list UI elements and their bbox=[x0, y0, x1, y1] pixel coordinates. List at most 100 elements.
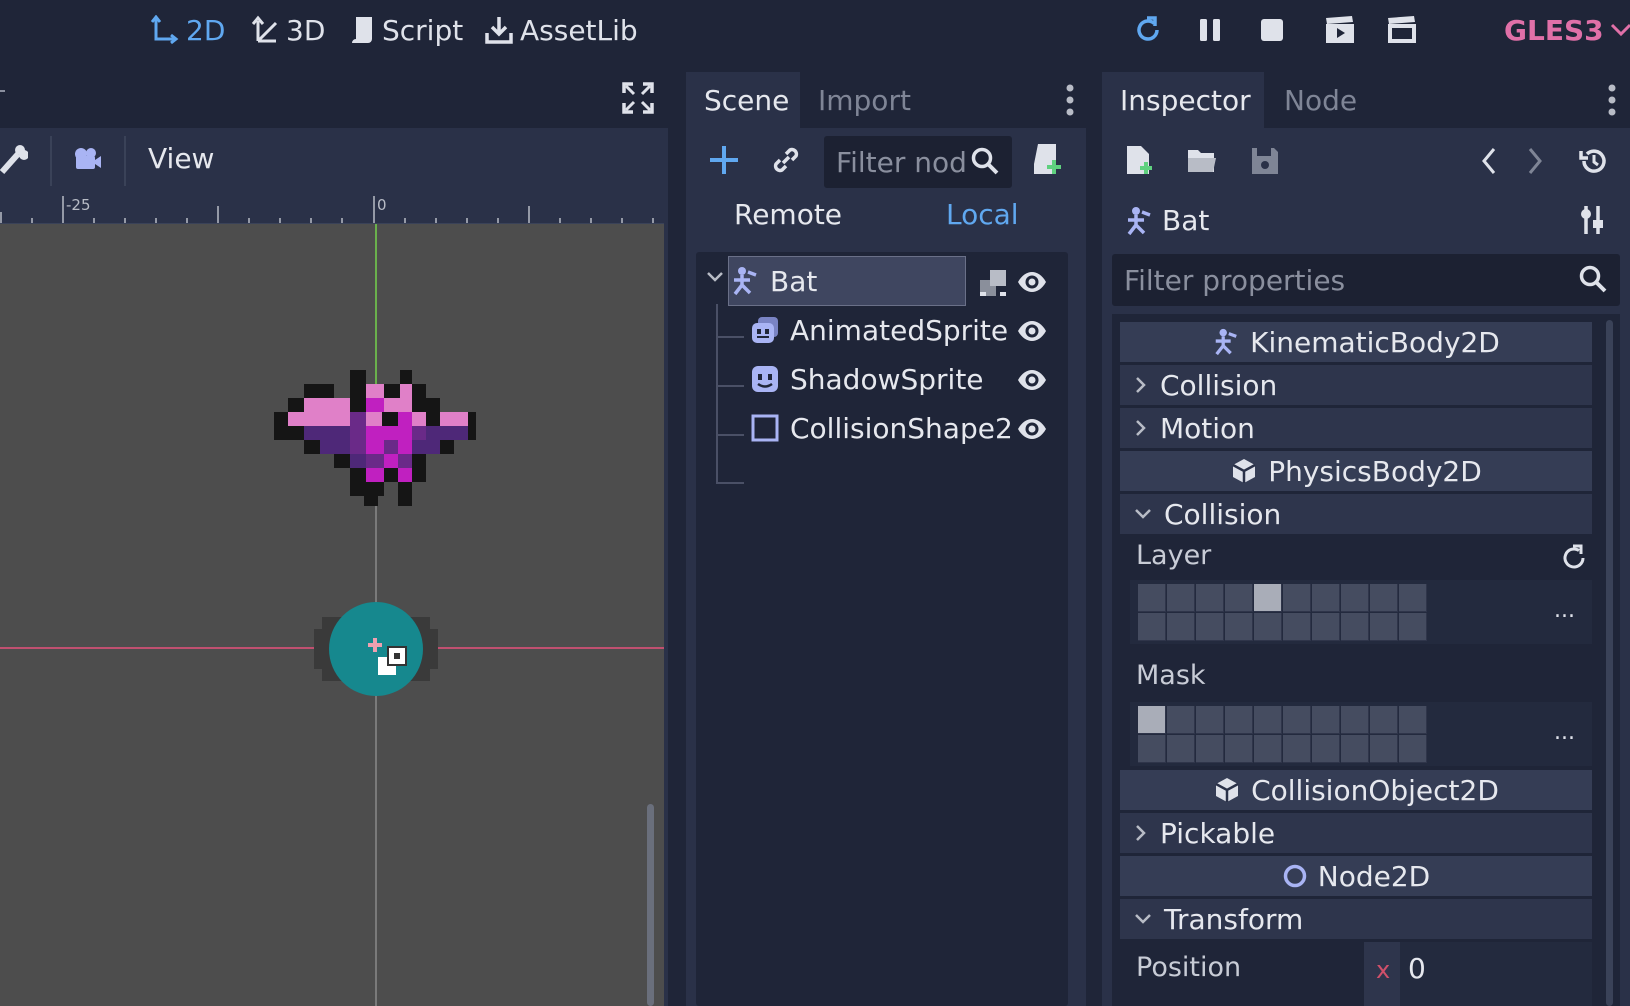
remote-button[interactable]: Remote bbox=[734, 198, 842, 231]
bone-icon[interactable] bbox=[0, 144, 28, 176]
pause-icon[interactable] bbox=[1190, 10, 1230, 50]
viewport-canvas[interactable] bbox=[0, 224, 664, 1006]
visibility-eye-icon[interactable] bbox=[1016, 266, 1048, 298]
tree-item-shadowsprite[interactable]: ShadowSprite bbox=[750, 357, 984, 401]
bit-cell[interactable] bbox=[1167, 735, 1195, 763]
local-button[interactable]: Local bbox=[946, 198, 1019, 231]
new-resource-icon[interactable] bbox=[1124, 144, 1154, 176]
mode-script-button[interactable]: Script bbox=[348, 8, 463, 52]
fullscreen-icon[interactable] bbox=[622, 82, 654, 114]
inspector-vscrollbar[interactable] bbox=[1606, 320, 1613, 1006]
bit-cell[interactable] bbox=[1254, 584, 1282, 612]
bit-cell[interactable] bbox=[1196, 584, 1224, 612]
bit-cell[interactable] bbox=[1283, 735, 1311, 763]
tree-item-bat[interactable]: Bat bbox=[730, 259, 817, 303]
bit-cell[interactable] bbox=[1399, 584, 1427, 612]
scene-filter-input[interactable]: Filter nod bbox=[824, 136, 1012, 188]
layer-more-button[interactable]: ... bbox=[1554, 598, 1575, 623]
bit-cell[interactable] bbox=[1341, 735, 1369, 763]
bit-cell[interactable] bbox=[1167, 706, 1195, 734]
tab-node[interactable]: Node bbox=[1266, 72, 1375, 128]
visibility-eye-icon[interactable] bbox=[1016, 413, 1048, 445]
viewport-vscrollbar[interactable] bbox=[647, 804, 654, 1006]
bit-cell[interactable] bbox=[1341, 613, 1369, 641]
bit-cell[interactable] bbox=[1283, 584, 1311, 612]
stop-icon[interactable] bbox=[1252, 10, 1292, 50]
bit-cell[interactable] bbox=[1370, 584, 1398, 612]
group-collision[interactable]: Collision bbox=[1120, 365, 1592, 405]
view-menu[interactable]: View bbox=[148, 142, 214, 175]
bit-cell[interactable] bbox=[1196, 735, 1224, 763]
bit-cell[interactable] bbox=[1167, 584, 1195, 612]
bit-cell[interactable] bbox=[1312, 706, 1340, 734]
bit-cell[interactable] bbox=[1370, 706, 1398, 734]
group-pickable[interactable]: Pickable bbox=[1120, 813, 1592, 853]
link-icon[interactable] bbox=[770, 144, 802, 176]
bit-cell[interactable] bbox=[1283, 706, 1311, 734]
mode-assetlib-button[interactable]: AssetLib bbox=[484, 8, 638, 52]
group-select-icon[interactable] bbox=[978, 268, 1008, 298]
bit-cell[interactable] bbox=[1225, 735, 1253, 763]
collapse-chevron-icon[interactable] bbox=[706, 270, 724, 284]
bit-cell[interactable] bbox=[1225, 613, 1253, 641]
tree-item-animatedsprite[interactable]: AnimatedSprite bbox=[750, 308, 1008, 352]
mode-3d-button[interactable]: 3D bbox=[250, 8, 325, 52]
history-back-icon[interactable] bbox=[1480, 146, 1498, 176]
object-history-icon[interactable] bbox=[1578, 146, 1608, 176]
ruler-label-zero: 0 bbox=[377, 196, 387, 214]
tools-icon[interactable] bbox=[1578, 204, 1606, 236]
bit-cell[interactable] bbox=[1138, 735, 1166, 763]
bit-cell[interactable] bbox=[1254, 735, 1282, 763]
renderer-dropdown[interactable]: GLES3 bbox=[1504, 10, 1630, 50]
bit-cell[interactable] bbox=[1399, 706, 1427, 734]
visibility-eye-icon[interactable] bbox=[1016, 364, 1048, 396]
viewport-tab-remnant bbox=[0, 90, 5, 92]
layer-bit-grid[interactable] bbox=[1138, 584, 1428, 642]
open-folder-icon[interactable] bbox=[1186, 146, 1218, 176]
bit-cell[interactable] bbox=[1225, 584, 1253, 612]
mask-bit-grid[interactable] bbox=[1138, 706, 1428, 764]
bit-cell[interactable] bbox=[1225, 706, 1253, 734]
history-forward-icon[interactable] bbox=[1526, 146, 1544, 176]
bit-cell[interactable] bbox=[1138, 613, 1166, 641]
mask-more-button[interactable]: ... bbox=[1554, 720, 1575, 745]
kebab-menu-icon[interactable] bbox=[1606, 82, 1618, 118]
bit-cell[interactable] bbox=[1312, 613, 1340, 641]
bit-cell[interactable] bbox=[1370, 613, 1398, 641]
group-motion[interactable]: Motion bbox=[1120, 408, 1592, 448]
bit-cell[interactable] bbox=[1196, 613, 1224, 641]
attach-script-icon[interactable] bbox=[1030, 142, 1062, 176]
bit-cell[interactable] bbox=[1138, 584, 1166, 612]
group-transform[interactable]: Transform bbox=[1120, 899, 1592, 939]
bit-cell[interactable] bbox=[1399, 735, 1427, 763]
tab-inspector[interactable]: Inspector bbox=[1102, 72, 1264, 128]
play-scene-icon[interactable] bbox=[1320, 10, 1360, 50]
bit-cell[interactable] bbox=[1312, 584, 1340, 612]
bit-cell[interactable] bbox=[1138, 706, 1166, 734]
reload-icon[interactable] bbox=[1128, 10, 1168, 50]
bit-cell[interactable] bbox=[1399, 613, 1427, 641]
bit-cell[interactable] bbox=[1370, 735, 1398, 763]
tab-scene[interactable]: Scene bbox=[686, 72, 800, 128]
bit-cell[interactable] bbox=[1341, 584, 1369, 612]
camera-icon[interactable] bbox=[72, 144, 102, 174]
bit-cell[interactable] bbox=[1254, 613, 1282, 641]
tab-import[interactable]: Import bbox=[800, 72, 929, 128]
mode-2d-button[interactable]: 2D bbox=[150, 8, 225, 52]
bit-cell[interactable] bbox=[1167, 613, 1195, 641]
group-collision-expanded[interactable]: Collision bbox=[1120, 494, 1592, 534]
position-x-field[interactable]: x 0 bbox=[1364, 942, 1592, 1006]
visibility-eye-icon[interactable] bbox=[1016, 315, 1048, 347]
play-custom-scene-icon[interactable] bbox=[1382, 10, 1422, 50]
tree-item-collisionshape[interactable]: CollisionShape2 bbox=[750, 406, 1013, 450]
bit-cell[interactable] bbox=[1341, 706, 1369, 734]
bit-cell[interactable] bbox=[1312, 735, 1340, 763]
add-node-icon[interactable] bbox=[708, 144, 740, 176]
bit-cell[interactable] bbox=[1196, 706, 1224, 734]
bit-cell[interactable] bbox=[1254, 706, 1282, 734]
filter-properties-input[interactable]: Filter properties bbox=[1112, 254, 1620, 306]
kebab-menu-icon[interactable] bbox=[1064, 82, 1076, 118]
bit-cell[interactable] bbox=[1283, 613, 1311, 641]
save-icon[interactable] bbox=[1250, 146, 1280, 176]
revert-icon[interactable] bbox=[1560, 544, 1588, 572]
